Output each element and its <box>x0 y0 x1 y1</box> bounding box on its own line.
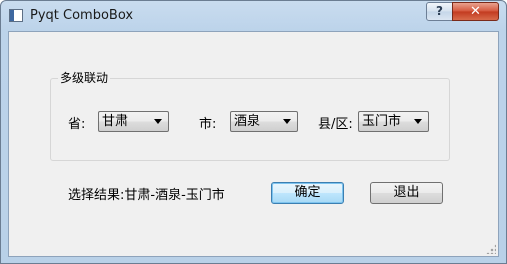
city-combobox[interactable]: 酒泉 <box>230 111 298 132</box>
province-combobox-value: 甘肃 <box>102 114 129 129</box>
close-button[interactable]: ✕ <box>452 2 499 21</box>
city-combobox-value: 酒泉 <box>234 114 261 129</box>
province-label: 省: <box>68 117 86 132</box>
ok-button[interactable]: 确定 <box>271 182 344 204</box>
title-bar[interactable]: Pyqt ComboBox ? ✕ <box>1 1 506 31</box>
county-combobox[interactable]: 玉门市 <box>358 111 429 132</box>
province-combobox[interactable]: 甘肃 <box>98 111 169 132</box>
group-box-title: 多级联动 <box>58 69 111 86</box>
chevron-down-icon <box>283 119 291 124</box>
city-label: 市: <box>199 117 217 132</box>
help-button[interactable]: ? <box>426 2 453 21</box>
county-combobox-value: 玉门市 <box>362 114 402 129</box>
dialog-client-area: 多级联动 省: 甘肃 市: 酒泉 县/区: 玉门市 选择结果:甘肃-酒泉-玉门市… <box>8 31 499 257</box>
app-window-icon <box>9 9 23 22</box>
window-title: Pyqt ComboBox <box>30 8 134 23</box>
chevron-down-icon <box>154 119 162 124</box>
size-grip-icon[interactable] <box>486 244 496 254</box>
county-label: 县/区: <box>318 117 353 132</box>
selection-result-text: 选择结果:甘肃-酒泉-玉门市 <box>68 188 225 203</box>
exit-button[interactable]: 退出 <box>370 182 443 204</box>
dialog-window: Pyqt ComboBox ? ✕ 多级联动 省: 甘肃 市: 酒泉 县/区: … <box>0 0 507 264</box>
chevron-down-icon <box>414 119 422 124</box>
